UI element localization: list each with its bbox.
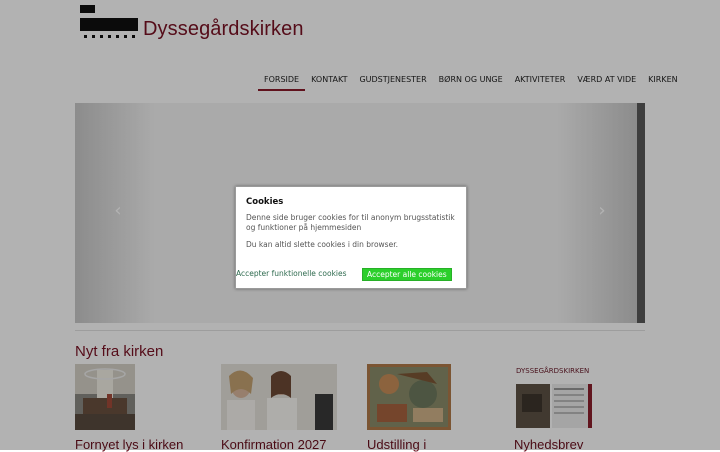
accept-all-cookies-button[interactable]: Accepter alle cookies — [362, 268, 452, 281]
cookie-dialog: Cookies Denne side bruger cookies for ti… — [235, 186, 467, 289]
page: Dyssegårdskirken Forside Kontakt Gudstje… — [0, 0, 720, 452]
cookie-dialog-text: Denne side bruger cookies for til anonym… — [246, 213, 455, 232]
cookie-dialog-title: Cookies — [246, 197, 284, 207]
cookie-dialog-text-2: Du kan altid slette cookies i din browse… — [246, 240, 398, 249]
accept-functional-cookies-button[interactable]: Accepter funktionelle cookies — [236, 268, 347, 279]
